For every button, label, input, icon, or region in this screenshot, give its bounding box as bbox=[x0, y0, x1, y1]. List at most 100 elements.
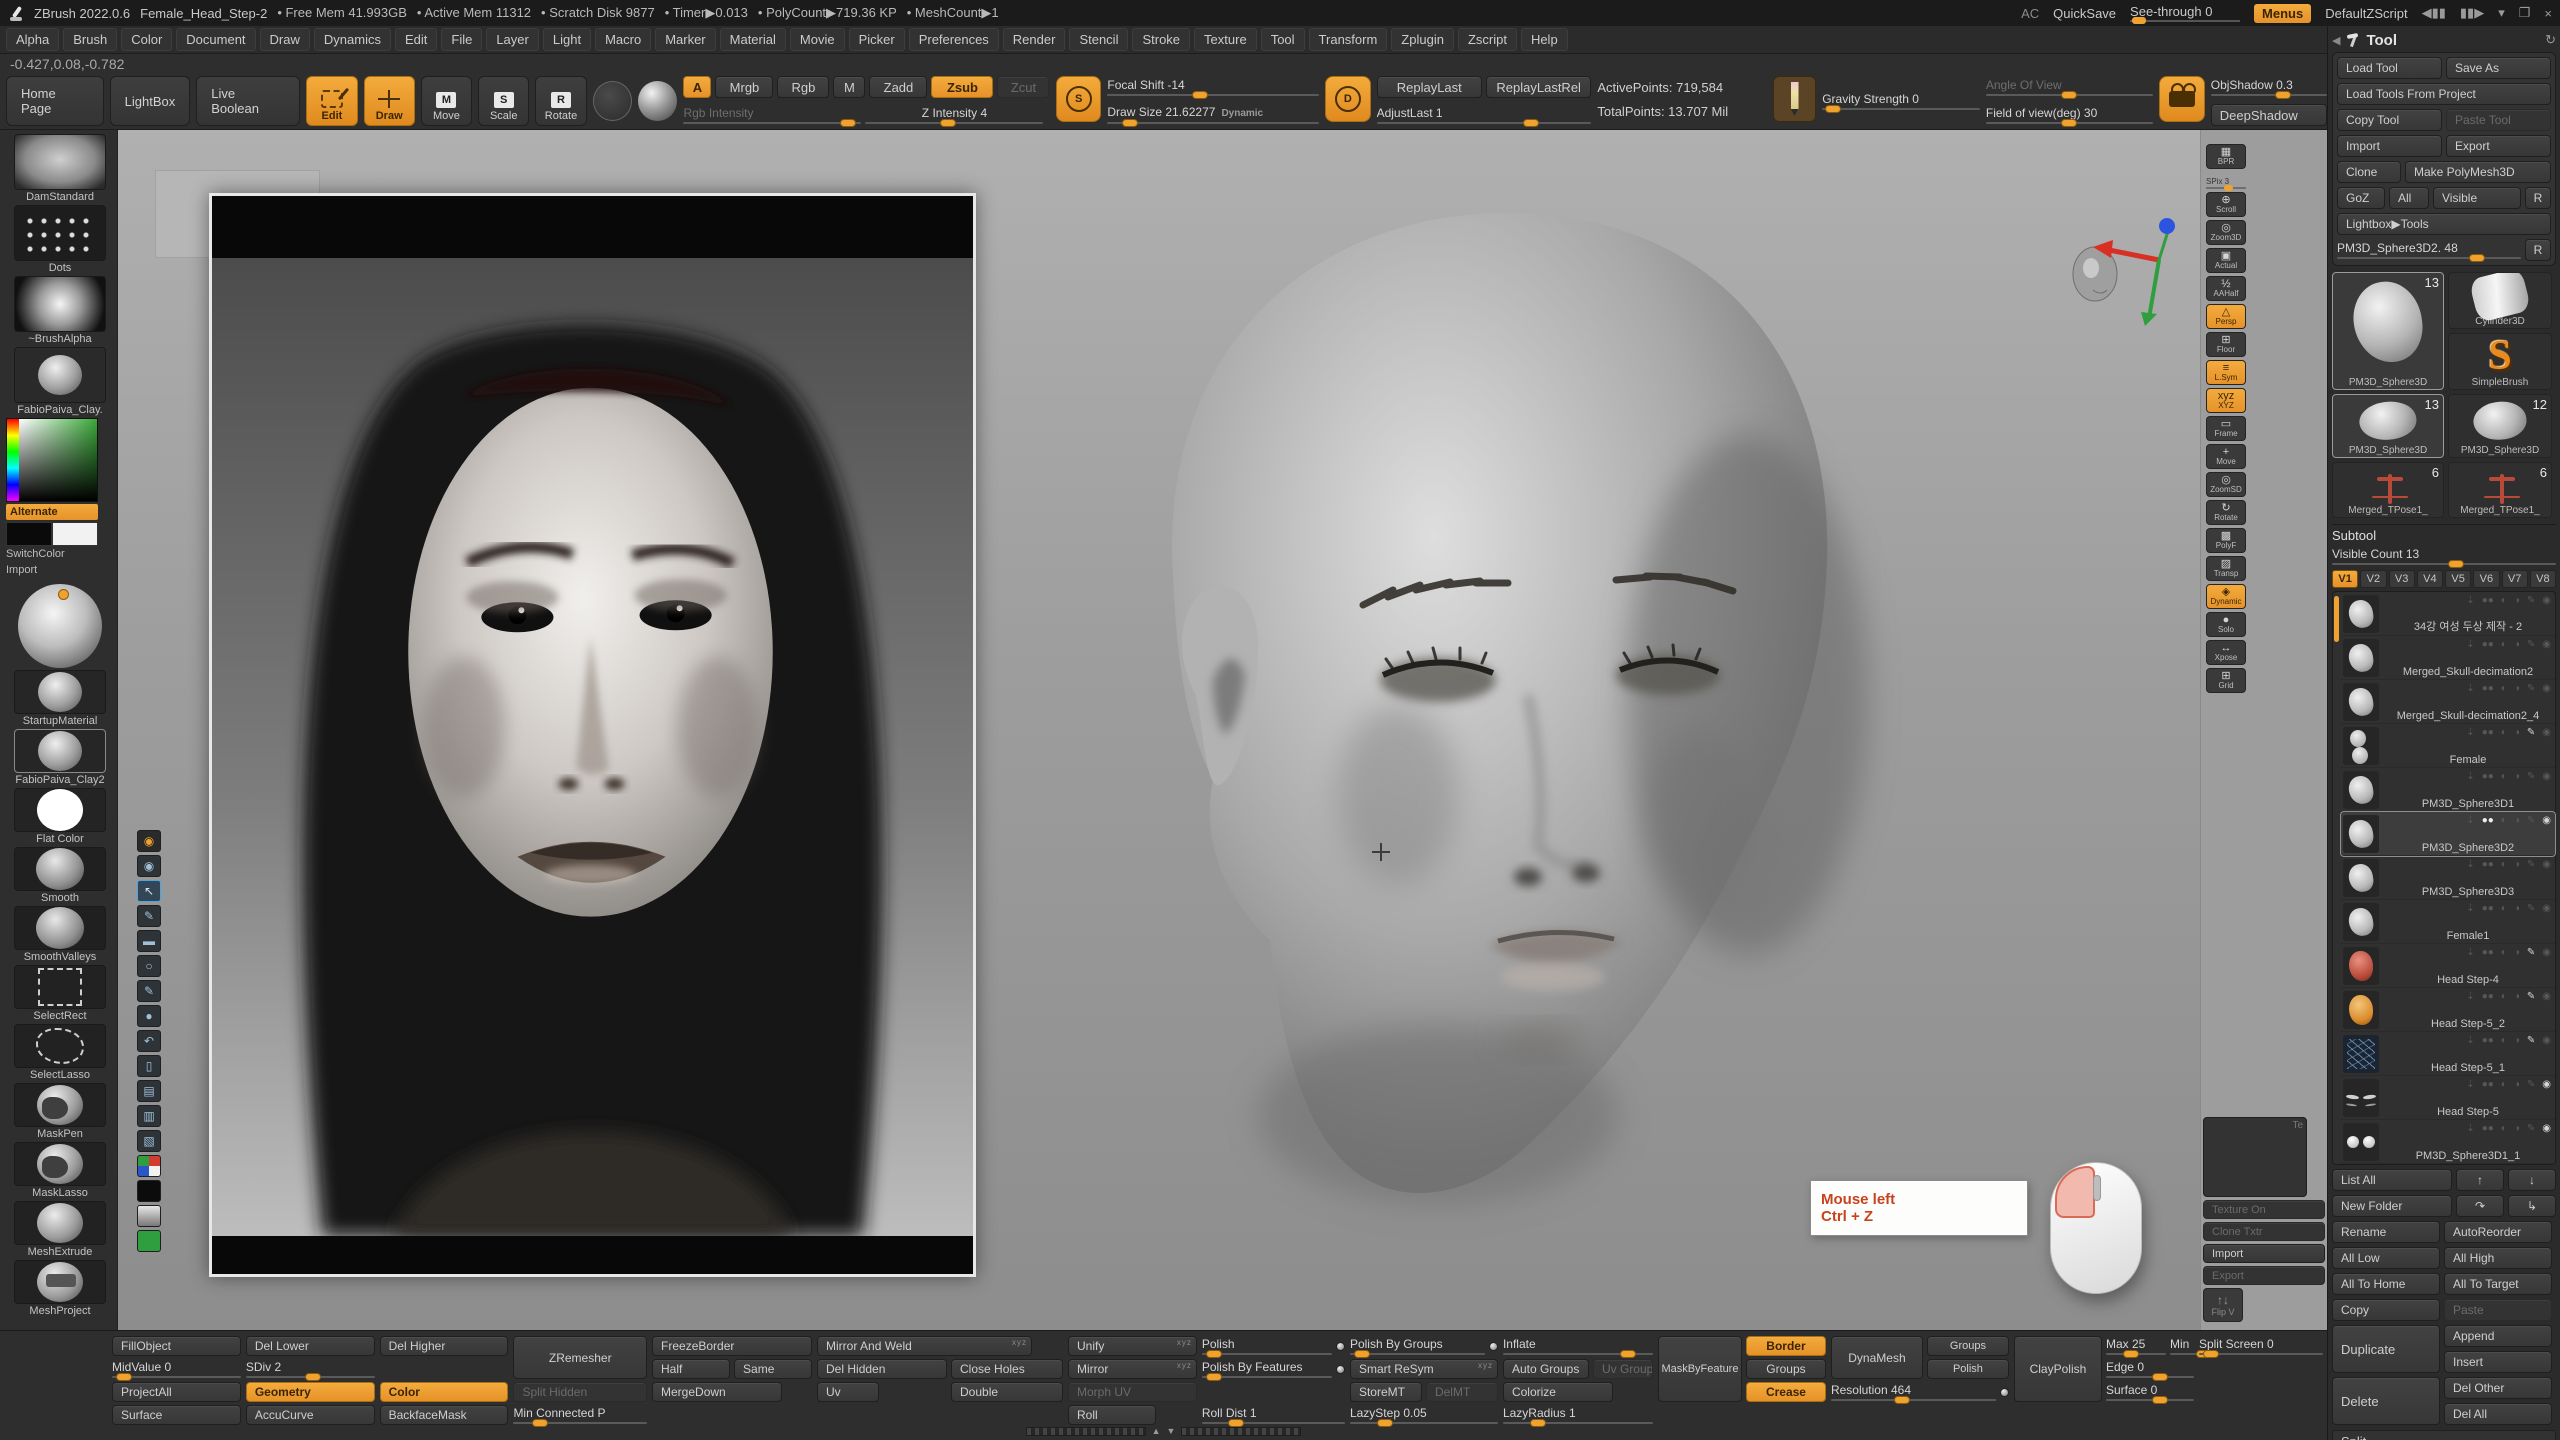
quick-icon[interactable]: ○ bbox=[137, 955, 161, 977]
left-shelf-item[interactable]: ~BrushAlpha bbox=[6, 276, 114, 345]
obj-shadow-slider[interactable]: ObjShadow 0.3 bbox=[2211, 76, 2327, 98]
backface-mask-button[interactable]: BackfaceMask bbox=[380, 1405, 509, 1425]
roll-dist-slider[interactable]: Roll Dist 1 bbox=[1202, 1405, 1345, 1425]
quick-icon[interactable]: ▯ bbox=[137, 1055, 161, 1077]
visibility-tab[interactable]: V4 bbox=[2417, 570, 2443, 588]
lazy-radius-slider[interactable]: LazyRadius 1 bbox=[1503, 1405, 1653, 1425]
scale-button[interactable]: S Scale bbox=[478, 76, 529, 126]
duplicate-button[interactable]: Duplicate bbox=[2332, 1325, 2440, 1373]
scroll-track-left[interactable] bbox=[1026, 1427, 1146, 1436]
z-intensity-slider[interactable]: Z Intensity 4 bbox=[865, 104, 1043, 126]
subtool-scrollbar[interactable] bbox=[2334, 596, 2339, 642]
menu-item[interactable]: Material bbox=[720, 28, 786, 51]
quicksave-button[interactable]: QuickSave bbox=[2053, 6, 2116, 21]
subtool-item[interactable]: ⇣ ●● ◐ ◑ ✎ ◉ Head Step-5_2 bbox=[2341, 988, 2555, 1032]
auto-groups-button[interactable]: Auto Groups bbox=[1503, 1359, 1589, 1379]
close-icon[interactable]: × bbox=[2544, 6, 2552, 21]
menu-item[interactable]: Transform bbox=[1309, 28, 1388, 51]
tool-thumb[interactable]: 13PM3D_Sphere3D bbox=[2332, 394, 2444, 458]
zcut-button[interactable]: Zcut bbox=[997, 76, 1049, 98]
draw-size-slider[interactable]: Draw Size 21.62277Dynamic bbox=[1107, 104, 1319, 126]
move-in-button[interactable]: ↳ bbox=[2508, 1195, 2556, 1217]
lazy-step-slider[interactable]: LazyStep 0.05 bbox=[1350, 1405, 1498, 1425]
del-all-button[interactable]: Del All bbox=[2444, 1403, 2552, 1425]
zadd-button[interactable]: Zadd bbox=[869, 76, 927, 98]
clay-polish-button[interactable]: ClayPolish bbox=[2014, 1336, 2102, 1402]
sculpt-canvas[interactable]: ◉ ◉ ↖ ✎ ▬ ○ bbox=[118, 130, 2200, 1330]
all-to-target-button[interactable]: All To Target bbox=[2444, 1273, 2552, 1295]
current-material-sphere[interactable] bbox=[18, 584, 102, 668]
right-shelf-button[interactable]: ≡ L.Sym bbox=[2206, 360, 2246, 385]
border-button[interactable]: Border bbox=[1746, 1336, 1826, 1356]
menu-item[interactable]: Dynamics bbox=[314, 28, 391, 51]
quick-icon[interactable]: ▧ bbox=[137, 1130, 161, 1152]
right-shelf-button[interactable]: ↻ Rotate bbox=[2206, 500, 2246, 525]
replay-last-rel-button[interactable]: ReplayLastRel bbox=[1486, 76, 1591, 98]
left-shelf-item[interactable]: DamStandard bbox=[6, 134, 114, 203]
menu-item[interactable]: Preferences bbox=[909, 28, 999, 51]
insert-button[interactable]: Insert bbox=[2444, 1351, 2552, 1373]
main-color-swatch[interactable] bbox=[6, 522, 52, 546]
tool-thumb[interactable]: 6Merged_TPose1_ bbox=[2448, 462, 2552, 518]
save-as-button[interactable]: Save As bbox=[2446, 57, 2551, 79]
subtool-item[interactable]: ⇣ ●● ◐ ◑ ✎ ◉ 34강 여성 두상 제작 - 2 bbox=[2341, 592, 2555, 636]
active-tool-slider[interactable]: PM3D_Sphere3D2. 48 bbox=[2337, 239, 2521, 261]
groups-button[interactable]: Groups bbox=[1746, 1359, 1826, 1379]
visibility-tab[interactable]: V2 bbox=[2360, 570, 2386, 588]
scroll-track-right[interactable] bbox=[1181, 1427, 1301, 1436]
geometry-tab-button[interactable]: Geometry bbox=[246, 1382, 375, 1402]
resolution-led[interactable] bbox=[2000, 1388, 2009, 1397]
tool-thumb[interactable]: 6Merged_TPose1_ bbox=[2332, 462, 2444, 518]
right-shelf-button[interactable]: ⊞ Grid bbox=[2206, 668, 2246, 693]
surface-slider[interactable]: Surface 0 bbox=[2106, 1382, 2194, 1402]
right-shelf-button[interactable]: xyz XYZ bbox=[2206, 388, 2246, 413]
menu-item[interactable]: Stroke bbox=[1132, 28, 1190, 51]
fill-object-button[interactable]: FillObject bbox=[112, 1336, 241, 1356]
menu-item[interactable]: Picker bbox=[849, 28, 905, 51]
left-tray-toggle-icon[interactable]: ◀▮▮ bbox=[2422, 5, 2446, 21]
move-button[interactable]: M Move bbox=[421, 76, 472, 126]
subtool-item[interactable]: ⇣ ●● ◐ ◑ ✎ ◉ PM3D_Sphere3D1 bbox=[2341, 768, 2555, 812]
same-button[interactable]: Same bbox=[734, 1359, 812, 1379]
menu-item[interactable]: Edit bbox=[395, 28, 437, 51]
split-screen-slider[interactable]: Split Screen 0 bbox=[2199, 1336, 2323, 1356]
quick-icon[interactable]: ✎ bbox=[137, 905, 161, 927]
del-higher-button[interactable]: Del Higher bbox=[380, 1336, 509, 1356]
split-hidden-button[interactable]: Split Hidden bbox=[513, 1382, 647, 1402]
right-shelf-button[interactable]: ½ AAHalf bbox=[2206, 276, 2246, 301]
menu-item[interactable]: Document bbox=[176, 28, 255, 51]
quick-icon[interactable]: ▥ bbox=[137, 1105, 161, 1127]
r-button[interactable]: R bbox=[2525, 187, 2551, 209]
subtool-item[interactable]: ⇣ ●● ◐ ◑ ✎ ◉ Female bbox=[2341, 724, 2555, 768]
mirror-button[interactable]: Mirrorxyz bbox=[1068, 1359, 1197, 1379]
rotate-button[interactable]: R Rotate bbox=[535, 76, 586, 126]
del-other-button[interactable]: Del Other bbox=[2444, 1377, 2552, 1399]
menu-item[interactable]: Color bbox=[121, 28, 172, 51]
right-shelf-button[interactable]: ▨ Transp bbox=[2206, 556, 2246, 581]
right-shelf-button[interactable]: ▩ PolyF bbox=[2206, 528, 2246, 553]
make-polymesh3d-button[interactable]: Make PolyMesh3D bbox=[2405, 161, 2551, 183]
left-shelf-item[interactable]: SelectRect bbox=[6, 965, 114, 1022]
import-button[interactable]: Import bbox=[2337, 135, 2442, 157]
replay-icon[interactable]: D bbox=[1325, 76, 1370, 122]
sculpt-model[interactable] bbox=[968, 135, 1953, 1315]
default-zscript-button[interactable]: DefaultZScript bbox=[2325, 6, 2407, 21]
quick-icon[interactable]: ↶ bbox=[137, 1030, 161, 1052]
m-button[interactable]: M bbox=[833, 76, 865, 98]
angle-of-view-slider[interactable]: Angle Of View bbox=[1986, 76, 2154, 98]
del-mt-button[interactable]: DelMT bbox=[1426, 1382, 1498, 1402]
quick-icon[interactable]: ▬ bbox=[137, 930, 161, 952]
polysphere-wire-icon[interactable] bbox=[593, 81, 632, 121]
draw-button[interactable]: Draw bbox=[364, 76, 415, 126]
all-high-button[interactable]: All High bbox=[2444, 1247, 2552, 1269]
rename-button[interactable]: Rename bbox=[2332, 1221, 2440, 1243]
menu-item[interactable]: Light bbox=[543, 28, 591, 51]
dynamesh-polish-button[interactable]: Polish bbox=[1927, 1359, 2009, 1379]
copy-subtool-button[interactable]: Copy bbox=[2332, 1299, 2440, 1321]
menu-item[interactable]: Stencil bbox=[1069, 28, 1128, 51]
move-down-button[interactable]: ↓ bbox=[2508, 1169, 2556, 1191]
bpr-button[interactable]: ▦BPR bbox=[2206, 144, 2246, 169]
texture-on-button[interactable]: Texture On bbox=[2203, 1200, 2325, 1219]
replay-last-button[interactable]: ReplayLast bbox=[1377, 76, 1482, 98]
export-texture-button[interactable]: Export bbox=[2203, 1266, 2325, 1285]
